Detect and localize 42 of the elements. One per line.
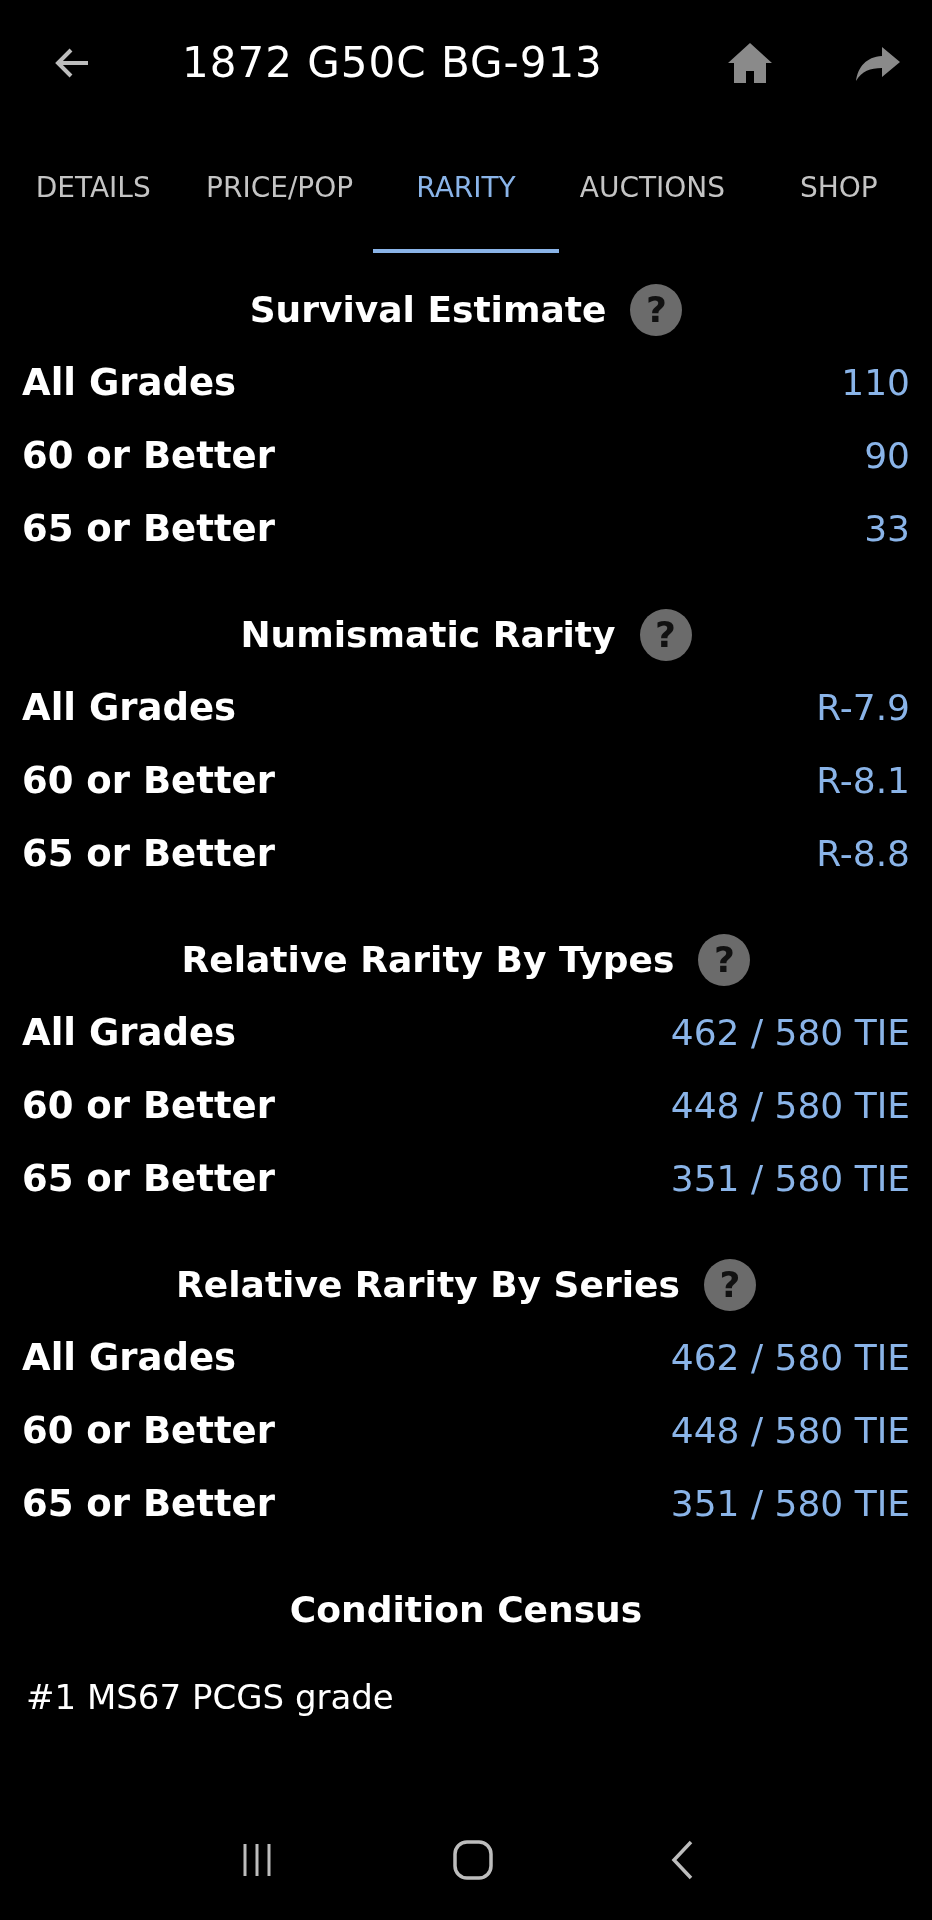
help-button[interactable]: ? [703, 1258, 756, 1311]
home-button-icon[interactable] [452, 1839, 494, 1881]
screen-title: 1872 G50C BG-913 [182, 38, 604, 87]
section-heading: Condition Census [289, 1589, 643, 1630]
row-value: 33 [864, 508, 910, 549]
row-label: 60 or Better [22, 759, 275, 802]
section-heading: Survival Estimate [249, 289, 607, 330]
row-label: All Grades [22, 1336, 237, 1379]
row-label: 65 or Better [22, 832, 275, 875]
tab[interactable]: RARITY [372, 125, 560, 253]
row-value: R-8.8 [816, 833, 910, 874]
row-value: 351 / 580 TIE [670, 1158, 910, 1199]
tab[interactable]: AUCTIONS [559, 125, 746, 253]
help-button[interactable]: ? [698, 933, 751, 986]
section-heading: Relative Rarity By Types [181, 939, 675, 980]
tab[interactable]: DETAILS [0, 125, 187, 253]
row-label: 65 or Better [22, 1157, 275, 1200]
row-value: 351 / 580 TIE [670, 1483, 910, 1524]
row-value: 462 / 580 TIE [670, 1337, 910, 1378]
row-value: 448 / 580 TIE [670, 1410, 910, 1451]
row-value: 448 / 580 TIE [670, 1085, 910, 1126]
tab[interactable]: SHOP [745, 125, 932, 253]
section-heading: Numismatic Rarity [240, 614, 616, 655]
row-label: 60 or Better [22, 1409, 275, 1452]
tab[interactable]: PRICE/POP [186, 125, 373, 253]
row-label: All Grades [22, 361, 237, 404]
row-label: All Grades [22, 686, 237, 729]
row-value: R-7.9 [816, 687, 910, 728]
census-entry: #1 MS67 PCGS grade [25, 1676, 395, 1719]
section-heading: Relative Rarity By Series [176, 1264, 680, 1305]
home-icon[interactable] [726, 40, 774, 85]
row-label: All Grades [22, 1011, 237, 1054]
row-value: 462 / 580 TIE [670, 1012, 910, 1053]
row-value: 110 [841, 362, 910, 403]
help-button[interactable]: ? [630, 283, 683, 336]
row-label: 65 or Better [22, 507, 275, 550]
row-value: 90 [864, 435, 910, 476]
row-label: 60 or Better [22, 434, 275, 477]
row-value: R-8.1 [816, 760, 910, 801]
help-button[interactable]: ? [639, 608, 692, 661]
row-label: 60 or Better [22, 1084, 275, 1127]
row-label: 65 or Better [22, 1482, 275, 1525]
